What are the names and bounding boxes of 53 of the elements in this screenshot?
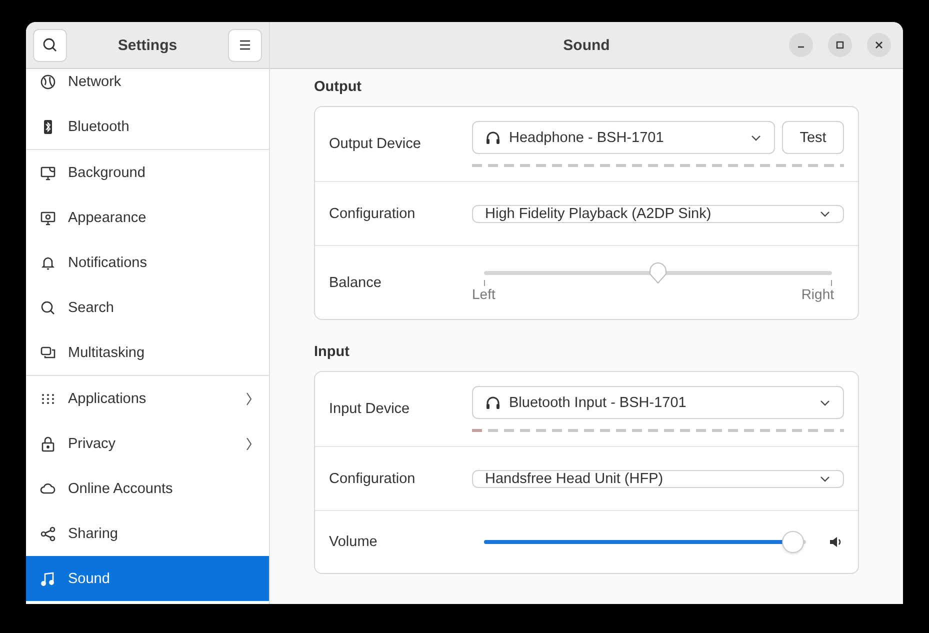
search-icon [40,300,56,316]
sidebar-item[interactable]: Bluetooth [26,104,269,150]
sidebar-item[interactable]: Background [26,150,269,195]
windows-icon [40,344,56,360]
share-icon [40,526,56,542]
row-label: Volume [329,534,378,550]
test-button[interactable]: Test [782,121,844,154]
search-button[interactable] [33,28,67,62]
row-label: Input Device [329,401,411,417]
row-label: Output Device [329,136,422,152]
chevron-right-icon [245,436,253,450]
row-label: Configuration [329,206,416,222]
monitor-icon [40,210,56,226]
section-title: Input [314,344,350,360]
configuration-dropdown[interactable]: High Fidelity Playback (A2DP Sink) [472,204,844,222]
headphones-icon [485,394,501,410]
sidebar-item[interactable]: Online Accounts [26,466,269,511]
sidebar-item[interactable]: Privacy [26,421,269,466]
close-button[interactable] [867,33,891,57]
row-label: Balance [329,274,382,290]
sidebar-item[interactable]: Notifications [26,240,269,285]
lock-icon [40,436,56,452]
row-label: Configuration [329,470,416,486]
section-title: Output [314,79,363,95]
bell-icon [40,254,56,270]
slider-handle[interactable] [782,531,804,553]
sidebar-item[interactable]: Network [26,69,269,104]
sidebar-item[interactable]: Sharing [26,511,269,556]
cloud-icon [40,480,56,496]
sidebar-item[interactable]: Applications [26,376,269,421]
configuration-dropdown[interactable]: Handsfree Head Unit (HFP) [472,470,844,488]
menu-icon [238,39,252,51]
sidebar-item[interactable]: Search [26,285,269,330]
headphones-icon [485,130,501,146]
left-label: Left [472,286,496,302]
window-title: Sound [563,36,610,54]
menu-button[interactable] [228,28,262,62]
slider-handle[interactable] [648,262,668,286]
sidebar-item[interactable]: Sound [26,556,269,601]
maximize-icon [835,40,845,50]
device-dropdown[interactable]: Headphone - BSH-1701 [472,121,775,154]
sidebar-item[interactable]: Multitasking [26,330,269,376]
globe-icon [40,74,56,90]
sidebar-title: Settings [118,36,178,54]
sidebar-item[interactable]: Appearance [26,195,269,240]
close-icon [874,40,884,50]
monitor-icon [40,164,56,180]
maximize-button[interactable] [828,33,852,57]
music-note-icon [40,570,56,586]
chevron-right-icon [245,392,253,406]
search-icon [42,37,58,53]
device-dropdown[interactable]: Bluetooth Input - BSH-1701 [472,386,844,419]
right-label: Right [801,286,834,302]
